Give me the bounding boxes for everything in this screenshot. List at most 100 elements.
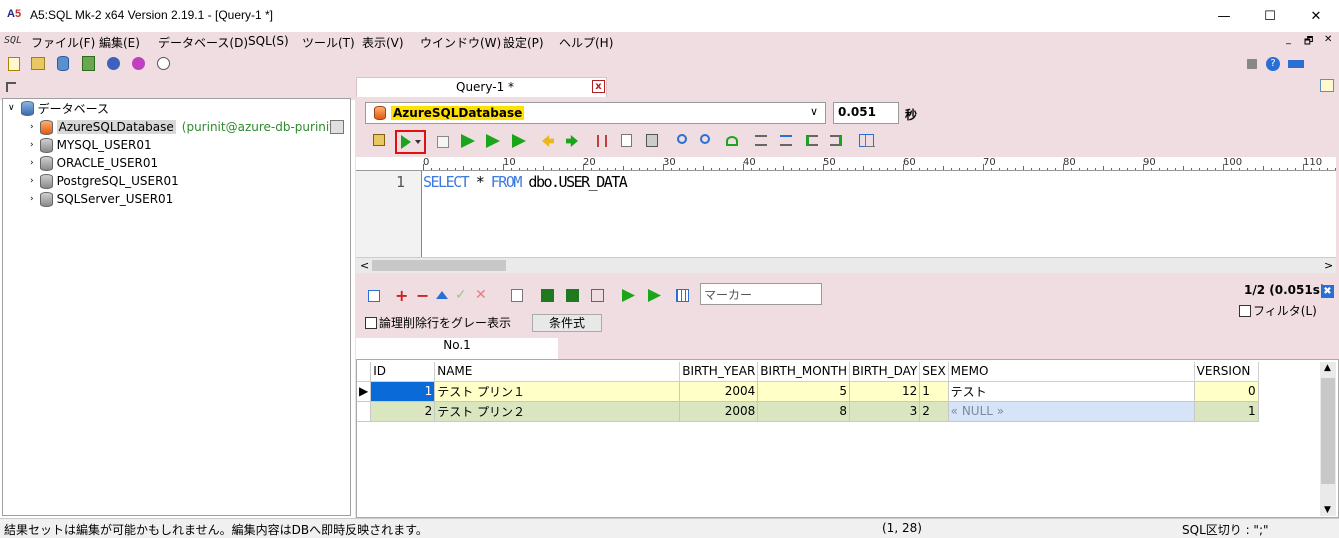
keyboard-icon[interactable] (1288, 60, 1304, 68)
menu-view[interactable]: 表示(V) (362, 34, 404, 51)
sql-text[interactable]: SELECT * FROM dbo.USER_DATA (423, 173, 628, 191)
menu-help[interactable]: ヘルプ(H) (559, 34, 613, 51)
clear-icon[interactable] (373, 134, 385, 146)
close-result-icon[interactable]: ✖ (1321, 285, 1334, 298)
table-cell[interactable]: 12 (849, 381, 921, 402)
tree-item-mysql[interactable]: › MYSQL_USER01 (30, 136, 152, 154)
scroll-up-icon[interactable]: ▲ (1324, 363, 1331, 373)
column-header[interactable]: BIRTH_MONTH (757, 362, 851, 382)
tab-close-icon[interactable]: x (592, 80, 605, 93)
tree-toggle-icon[interactable] (6, 82, 16, 92)
table-cell[interactable]: 3 (849, 401, 921, 422)
close-button[interactable]: ✕ (1293, 0, 1339, 32)
gear-icon[interactable] (107, 57, 120, 70)
column-header[interactable]: SEX (919, 362, 949, 382)
minimize-button[interactable]: — (1201, 0, 1247, 32)
table-cell[interactable]: 5 (757, 381, 851, 402)
table-cell[interactable]: テスト プリン１ (434, 381, 681, 402)
tree-item-postgresql[interactable]: › PostgreSQL_USER01 (30, 172, 179, 190)
scroll-left-icon[interactable]: < (360, 259, 369, 272)
chevron-down-icon[interactable]: ∨ (810, 105, 818, 118)
outdent-icon[interactable] (830, 135, 842, 146)
excel-all-icon[interactable] (566, 289, 579, 302)
table-cell-null[interactable]: « NULL » (948, 401, 1195, 422)
tree-item-sqlserver[interactable]: › SQLServer_USER01 (30, 190, 173, 208)
new-tab-icon[interactable] (1320, 79, 1334, 92)
menu-settings[interactable]: 設定(P) (503, 34, 544, 51)
indent-icon[interactable] (806, 135, 818, 146)
table-cell[interactable]: 2 (919, 401, 949, 422)
move-up-icon[interactable] (436, 291, 448, 299)
gray-deleted-checkbox[interactable]: 論理削除行をグレー表示 (365, 314, 511, 331)
marker-input[interactable]: マーカー (700, 283, 822, 305)
paste-icon[interactable] (646, 134, 658, 147)
column-header[interactable]: BIRTH_DAY (849, 362, 921, 382)
commit-icon[interactable]: ✓ (455, 287, 467, 303)
table-cell[interactable]: 2 (370, 401, 436, 422)
table-cell[interactable]: 8 (757, 401, 851, 422)
copy-icon[interactable] (621, 134, 632, 147)
grid-icon[interactable] (676, 289, 689, 302)
table-cell[interactable]: テスト (948, 381, 1195, 402)
cut-icon[interactable] (597, 135, 607, 147)
table-cell[interactable]: 1 (370, 381, 436, 402)
column-header[interactable]: NAME (434, 362, 681, 382)
column-header[interactable]: VERSION (1194, 362, 1259, 382)
column-header[interactable]: ID (370, 362, 436, 382)
table-cell[interactable]: 1 (919, 381, 949, 402)
new-query-icon[interactable] (8, 57, 20, 71)
menu-window[interactable]: ウインドウ(W) (420, 34, 501, 51)
mdi-restore-button[interactable]: 🗗 (1304, 34, 1313, 51)
table-row[interactable]: 2 テスト プリン２ 2008 8 3 2 « NULL » 1 (357, 401, 1259, 422)
menu-sql[interactable]: SQL(S) (248, 34, 289, 48)
open-icon[interactable] (31, 57, 45, 70)
menu-tools[interactable]: ツール(T) (302, 34, 355, 51)
checkbox-box[interactable] (1239, 304, 1251, 317)
clock-icon[interactable] (157, 57, 170, 70)
scroll-down-icon[interactable]: ▼ (1324, 505, 1331, 515)
table-row[interactable]: ▶ 1 テスト プリン１ 2004 5 12 1 テスト 0 (357, 381, 1259, 402)
search-icon[interactable] (677, 134, 687, 144)
table-cell[interactable]: 2008 (679, 401, 759, 422)
table-cell[interactable]: テスト プリン２ (434, 401, 681, 422)
export-icon[interactable] (511, 289, 523, 302)
tree-view-icon[interactable] (865, 135, 875, 147)
column-header[interactable]: BIRTH_YEAR (679, 362, 759, 382)
help-icon[interactable]: ? (1266, 57, 1280, 71)
mdi-close-button[interactable]: ✕ (1324, 34, 1332, 45)
condition-button[interactable]: 条件式 (532, 314, 602, 332)
scrollbar-thumb[interactable] (372, 260, 506, 271)
replace-icon[interactable] (700, 134, 710, 144)
stop-icon[interactable] (1247, 59, 1257, 69)
menu-file[interactable]: ファイル(F) (31, 34, 95, 51)
filter-checkbox[interactable]: フィルタ(L) (1239, 302, 1317, 319)
run-icon[interactable] (401, 135, 411, 149)
table-cell[interactable]: 2004 (679, 381, 759, 402)
copy-result-icon[interactable] (591, 289, 604, 302)
table-cell[interactable]: 0 (1194, 381, 1259, 402)
run-dropdown-icon[interactable] (415, 140, 421, 144)
scrollbar-thumb[interactable] (1321, 378, 1335, 484)
stop-query-icon[interactable] (437, 136, 449, 148)
table-icon[interactable] (82, 56, 95, 71)
maximize-button[interactable]: ☐ (1247, 0, 1293, 32)
database-icon[interactable] (57, 56, 69, 71)
format-icon[interactable] (755, 135, 767, 146)
wrap-icon[interactable] (780, 135, 792, 146)
menu-edit[interactable]: 編集(E) (99, 34, 140, 51)
calendar-icon[interactable] (368, 290, 380, 302)
excel-icon[interactable] (541, 289, 554, 302)
add-row-icon[interactable]: + (395, 286, 408, 305)
checkbox-box[interactable] (365, 316, 377, 329)
tree-root[interactable]: ∨ データベース (8, 99, 109, 117)
table-cell[interactable]: 1 (1194, 401, 1259, 422)
mdi-minimize-button[interactable]: _ (1286, 34, 1291, 45)
column-header[interactable]: MEMO (948, 362, 1195, 382)
plugin-icon[interactable] (132, 57, 145, 70)
cancel-icon[interactable]: ✕ (475, 287, 487, 303)
jump-icon[interactable] (726, 136, 738, 146)
scroll-right-icon[interactable]: > (1324, 259, 1333, 272)
tab-result-1[interactable]: No.1 (356, 338, 558, 359)
delete-row-icon[interactable]: − (416, 286, 429, 305)
menu-database[interactable]: データベース(D) (158, 34, 248, 51)
